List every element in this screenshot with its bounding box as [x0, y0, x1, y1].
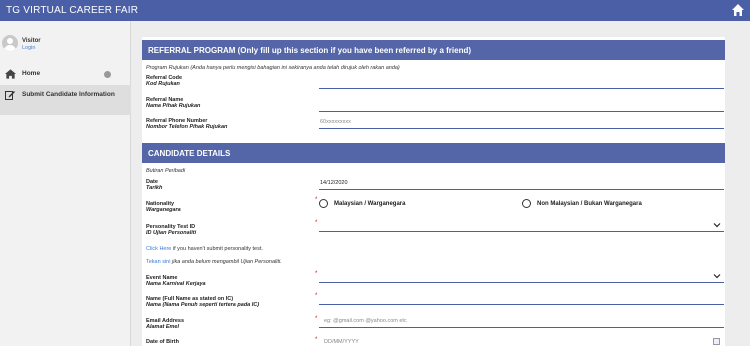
tekan-sini-link[interactable]: Tekan sini: [146, 259, 170, 265]
radio-circle: [319, 199, 328, 208]
date-input[interactable]: 14/12/2020: [319, 178, 724, 190]
referral-name-label: Referral Name Nama Pihak Rujukan: [146, 97, 201, 109]
dob-label: Date of Birth: [146, 339, 179, 345]
edit-icon: [5, 91, 15, 100]
date-label: Date Tarikh: [146, 179, 163, 191]
referral-phone-input[interactable]: 60xxxxxxxxx: [319, 117, 724, 129]
event-name-label: Event Name Nama Karnival Kerjaya: [146, 275, 206, 287]
chevron-down-icon: [713, 223, 721, 228]
sidebar-item-home[interactable]: Home: [0, 65, 131, 85]
home-icon[interactable]: [731, 3, 745, 17]
personality-test-select[interactable]: *: [315, 220, 724, 232]
candidate-section-header: CANDIDATE DETAILS: [142, 143, 725, 163]
click-here-link[interactable]: Click Here: [146, 246, 171, 252]
expand-indicator-icon: [104, 71, 111, 78]
radio-circle: [522, 199, 531, 208]
user-block: Visitor Login: [0, 31, 131, 61]
referral-code-input[interactable]: [319, 77, 724, 89]
personality-link-ms: Tekan sini jika anda belum mengambil Uji…: [146, 259, 282, 265]
full-name-label: Name (Full Name as stated on IC) Nama (Na…: [146, 296, 260, 308]
calendar-icon[interactable]: [713, 338, 720, 345]
scrollbar[interactable]: [742, 21, 750, 346]
referral-note: Program Rujukan (Anda hanya perlu mengis…: [146, 65, 400, 71]
app-title: TG VIRTUAL CAREER FAIR: [6, 5, 139, 16]
user-name: Visitor: [22, 38, 41, 44]
sidebar-item-submit-candidate[interactable]: Submit Candidate Information: [0, 85, 131, 115]
referral-phone-label: Referral Phone Number Nombor Telefon Piha…: [146, 118, 228, 130]
referral-name-input[interactable]: [319, 100, 724, 112]
home-icon: [5, 69, 16, 79]
sidebar-item-label: Submit Candidate Information: [22, 91, 115, 98]
top-bar: TG VIRTUAL CAREER FAIR: [0, 0, 750, 21]
avatar: [2, 35, 18, 51]
referral-code-label: Referral Code Kod Rujukan: [146, 75, 183, 87]
referral-section-header: REFERRAL PROGRAM (Only fill up this sect…: [142, 40, 725, 60]
login-link[interactable]: Login: [22, 45, 35, 51]
dob-input[interactable]: * DD/MM/YYYY: [315, 337, 724, 346]
candidate-note: Butiran Peribadi: [146, 168, 186, 174]
sidebar-item-label: Home: [22, 70, 41, 77]
full-name-input[interactable]: *: [315, 293, 724, 305]
email-label: Email Address Alamat Emel: [146, 318, 185, 330]
nationality-label: Nationality Warganegara: [146, 201, 181, 213]
event-name-select[interactable]: *: [315, 271, 724, 283]
form-panel: REFERRAL PROGRAM (Only fill up this sect…: [142, 37, 725, 346]
chevron-down-icon: [713, 274, 721, 279]
sidebar: Visitor Login Home Submit Candidate Info…: [0, 21, 131, 346]
personality-test-label: Personality Test ID ID Ujian Personaliti: [146, 224, 197, 236]
personality-link-en: Click Here if you haven't submit persona…: [146, 246, 263, 252]
email-input[interactable]: * eg: @gmail.com @yahoo.com etc: [315, 316, 724, 328]
